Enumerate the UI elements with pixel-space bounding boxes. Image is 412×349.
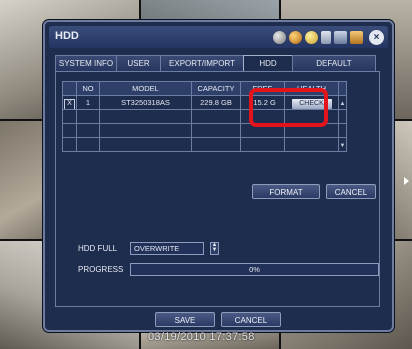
disc-icon[interactable] [273, 30, 286, 44]
row-capacity: 229.8 GB [191, 95, 241, 110]
scroll-up-button[interactable]: ▲ [338, 95, 347, 110]
cancel-bottom-button[interactable]: CANCEL [221, 312, 281, 327]
row-no: 1 [76, 95, 100, 110]
tools-icon[interactable] [350, 30, 363, 44]
hdd-panel: NO MODEL CAPACITY FREE HEALTH X 1 ST3250… [55, 71, 380, 307]
mouse-cursor-icon [404, 177, 409, 185]
progress-text: 0% [249, 265, 260, 274]
scrollbar-top [338, 81, 347, 96]
hdd-full-spinner[interactable]: ▲ ▼ [210, 242, 219, 255]
scroll-down-icon: ▼ [339, 143, 346, 149]
scroll-up-icon: ▲ [339, 101, 346, 107]
tab-hdd[interactable]: HDD [243, 55, 293, 71]
tab-export-import[interactable]: EXPORT/IMPORT [160, 55, 244, 71]
scroll-down-button[interactable]: ▼ [338, 137, 347, 152]
monitor-icon[interactable] [321, 30, 331, 44]
row-model: ST3250318AS [99, 95, 192, 110]
hdd-full-label: HDD FULL [78, 244, 118, 253]
window-title: HDD [55, 30, 79, 42]
progress-bar: 0% [130, 263, 379, 276]
table-row: ▼ [62, 137, 366, 152]
lightbulb-icon[interactable] [305, 30, 318, 44]
header-select [62, 81, 77, 96]
header-capacity: CAPACITY [191, 81, 241, 96]
hdd-dialog: HDD × SYSTEM INFO USER EXPORT/IMPORT HDD… [43, 20, 394, 332]
title-icons: × [273, 29, 384, 45]
network-icon[interactable] [334, 30, 347, 44]
scrollbar-track[interactable] [338, 123, 347, 138]
scrollbar-track[interactable] [338, 109, 347, 124]
progress-label: PROGRESS [78, 265, 124, 274]
tab-default[interactable]: DEFAULT [292, 55, 376, 71]
save-button[interactable]: SAVE [155, 312, 215, 327]
hdd-full-select[interactable]: OVERWRITE [130, 242, 204, 255]
search-icon[interactable] [289, 30, 302, 44]
tab-user[interactable]: USER [116, 55, 161, 71]
health-highlight-box [249, 88, 328, 127]
header-no: NO [76, 81, 100, 96]
format-button[interactable]: FORMAT [252, 184, 320, 199]
close-icon[interactable]: × [369, 29, 384, 45]
cancel-button[interactable]: CANCEL [326, 184, 376, 199]
timestamp-overlay: 03/19/2010 17:37:58 [148, 331, 255, 343]
tab-bar: SYSTEM INFO USER EXPORT/IMPORT HDD DEFAU… [55, 55, 380, 71]
header-model: MODEL [99, 81, 192, 96]
title-bar: HDD × [49, 26, 388, 48]
row-select-cell[interactable]: X [62, 95, 77, 110]
tab-system-info[interactable]: SYSTEM INFO [55, 55, 117, 71]
